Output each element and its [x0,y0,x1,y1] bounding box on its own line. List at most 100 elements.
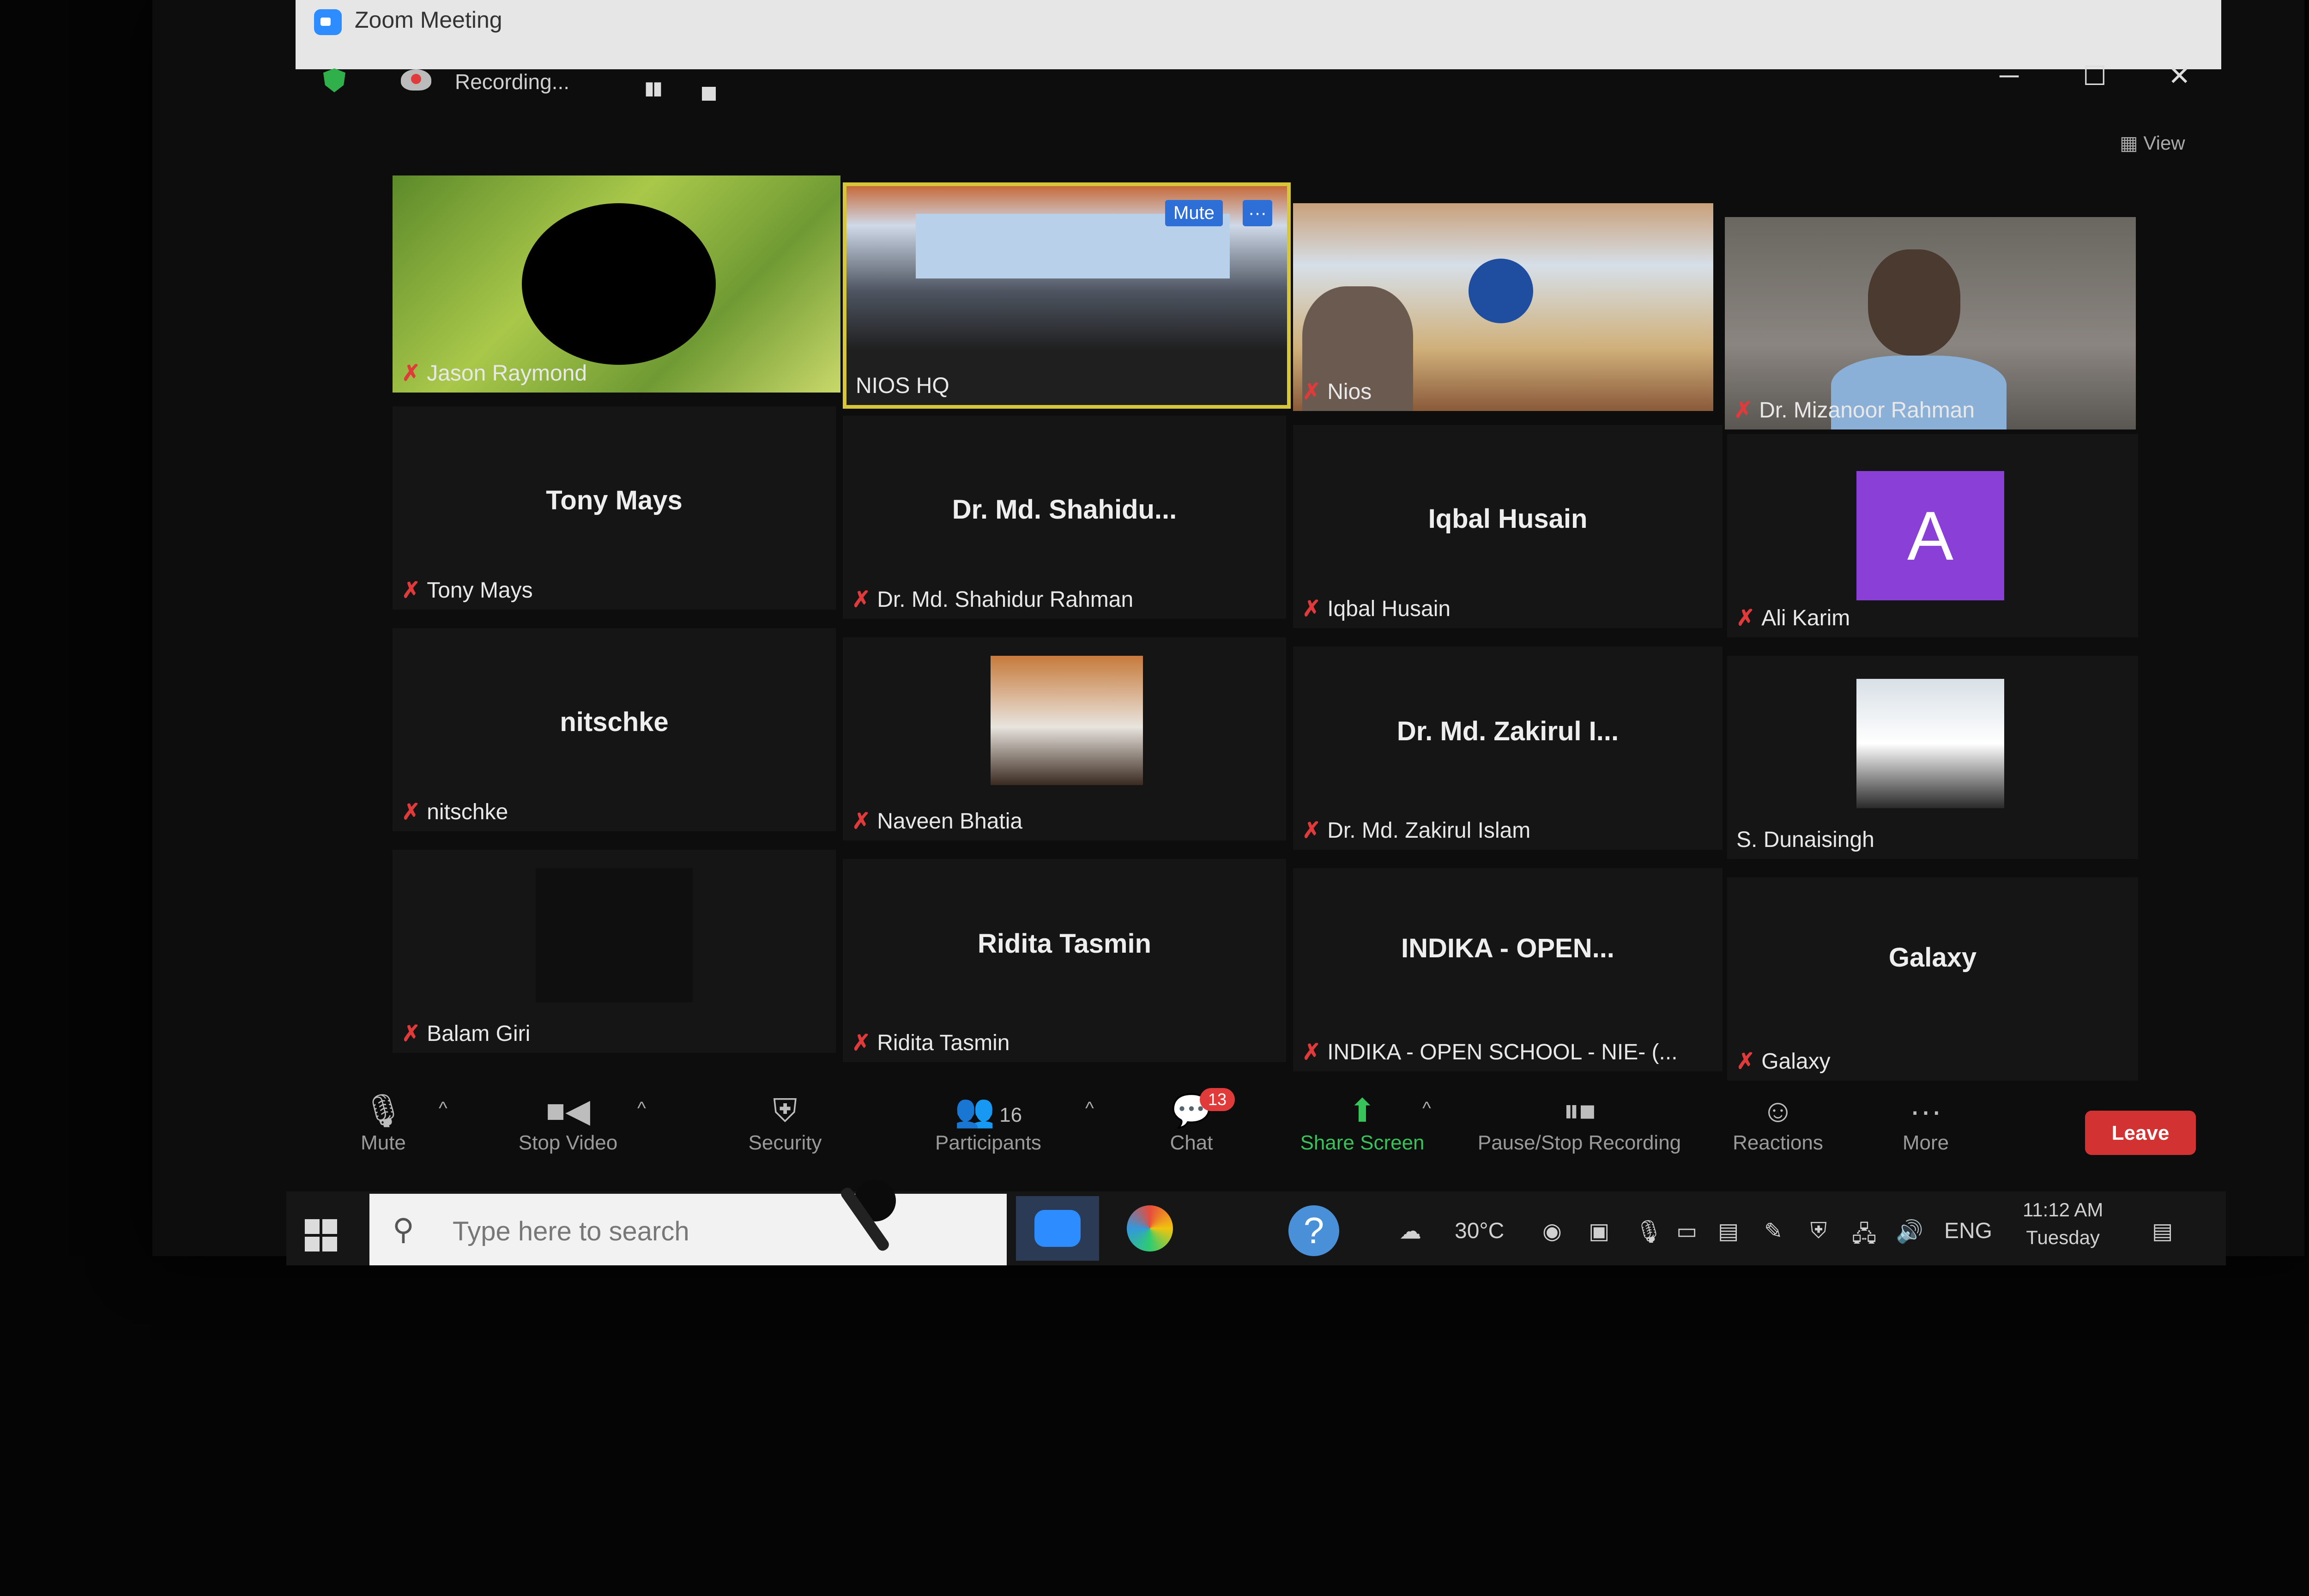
participant-photo [1868,249,1960,356]
audio-options-caret[interactable]: ^ [439,1098,447,1119]
network-icon[interactable]: 🖧 [1852,1218,1877,1256]
video-tile[interactable]: Tony Mays ✗ Tony Mays [393,406,836,610]
weather-cloud-icon[interactable]: ☁ [1399,1218,1421,1244]
chat-bubble-icon: 💬 [1171,1093,1212,1129]
video-tile[interactable]: ✗ Nios [1293,203,1713,411]
participants-button[interactable]: 👥 16 Participants [919,1090,1058,1155]
participant-display-name: Dr. Md. Shahidu... [952,495,1177,525]
volume-icon[interactable]: 🔊 [1896,1218,1923,1245]
chat-button[interactable]: 💬 Chat [1122,1090,1261,1155]
video-tile[interactable]: Ridita Tasmin ✗ Ridita Tasmin [843,859,1286,1062]
help-icon[interactable]: ? [1288,1205,1339,1256]
tray-pen-icon[interactable]: ✎ [1764,1218,1783,1244]
mute-participant-button[interactable]: Mute [1165,200,1223,226]
participant-name: ✗ Iqbal Husain [1302,597,1451,621]
participant-name: ✗ Jason Raymond [402,361,587,386]
leave-meeting-button[interactable]: Leave [2085,1111,2196,1155]
ellipsis-icon: ··· [1910,1093,1942,1129]
close-icon[interactable]: ✕ [2168,60,2191,91]
chrome-taskbar-icon[interactable] [1127,1205,1173,1251]
taskbar-search-box[interactable]: ⚲ Type here to search [369,1194,1007,1265]
search-icon: ⚲ [393,1213,414,1246]
muted-mic-icon: ✗ [1734,398,1753,423]
participant-name: ✗ Galaxy [1736,1049,1831,1074]
search-placeholder: Type here to search [453,1216,689,1246]
video-tile[interactable]: Galaxy ✗ Galaxy [1727,877,2138,1081]
stop-video-button[interactable]: ■◀ Stop Video [499,1090,637,1155]
share-screen-arrow-icon: ⬆ [1348,1093,1376,1129]
muted-mic-icon: ✗ [852,1031,871,1055]
smiley-icon: ☺ [1761,1093,1795,1129]
notifications-icon[interactable]: ▤ [2152,1218,2173,1244]
reactions-button[interactable]: ☺ Reactions [1709,1090,1847,1155]
tray-zoom-icon[interactable]: ▣ [1589,1218,1609,1244]
share-screen-button[interactable]: ⬆ Share Screen [1293,1090,1432,1155]
participant-video-dark [536,868,693,1002]
mute-button[interactable]: 🎙 Mute [314,1090,453,1155]
participant-name: ✗ Balam Giri [402,1022,531,1046]
video-tile[interactable]: nitschke ✗ nitschke [393,628,836,831]
tray-display-icon[interactable]: ▭ [1676,1218,1697,1244]
participants-icon: 👥 16 [954,1093,1022,1129]
video-tile[interactable]: A ✗ Ali Karim [1727,434,2138,637]
muted-mic-icon: ✗ [1736,606,1755,630]
video-tile[interactable]: ✗ Dr. Mizanoor Rahman [1725,217,2136,429]
video-tile[interactable]: Dr. Md. Zakirul I... ✗ Dr. Md. Zakirul Is… [1293,647,1723,850]
more-options-button[interactable]: ··· [1243,200,1272,226]
participant-display-name: Iqbal Husain [1428,504,1588,534]
video-tile[interactable]: Iqbal Husain ✗ Iqbal Husain [1293,425,1723,628]
video-tile[interactable]: ✗ Balam Giri [393,850,836,1053]
participant-name: ✗ Dr. Mizanoor Rahman [1734,398,1975,423]
participant-photo [991,656,1143,785]
muted-mic-icon: ✗ [1302,597,1321,621]
video-tile-active-speaker[interactable]: Mute ··· NIOS HQ [843,182,1291,409]
video-tile[interactable]: INDIKA - OPEN... ✗ INDIKA - OPEN SCHOOL -… [1293,868,1723,1071]
tray-nvidia-icon[interactable]: ▤ [1718,1218,1739,1244]
pause-recording-button[interactable]: ▮▮ [644,78,663,99]
temperature: 30°C [1455,1219,1505,1243]
muted-mic-icon: ✗ [402,361,421,386]
participant-display-name: Tony Mays [546,485,683,515]
pause-stop-recording-button[interactable]: ⏸⏹ Pause/Stop Recording [1450,1090,1709,1155]
more-button[interactable]: ··· More [1856,1090,1995,1155]
security-button[interactable]: ⛨ Security [716,1090,854,1155]
avatar: A [1856,471,2004,600]
muted-mic-icon: ✗ [852,587,871,612]
participant-name: ✗ Ali Karim [1736,606,1850,630]
windows-start-icon[interactable] [305,1219,338,1252]
pause-stop-icon: ⏸⏹ [1563,1093,1596,1129]
minimize-icon[interactable]: ─ [2000,60,2019,91]
video-tile[interactable]: S. Dunaisingh [1727,656,2138,859]
system-clock[interactable]: 11:12 AM Tuesday [2023,1196,2103,1251]
muted-mic-icon: ✗ [402,800,421,824]
zoom-taskbar-app[interactable] [1016,1196,1099,1261]
tray-microphone-icon[interactable]: 🎙 [1635,1218,1663,1245]
participant-display-name: Dr. Md. Zakirul I... [1396,716,1619,746]
muted-mic-icon: ✗ [852,809,871,834]
stop-recording-button[interactable] [702,87,716,101]
participant-name: S. Dunaisingh [1736,828,1874,852]
chat-unread-badge: 13 [1200,1088,1235,1111]
participant-name: ✗ Dr. Md. Zakirul Islam [1302,818,1531,843]
participant-name: ✗ nitschke [402,800,508,824]
zoom-app-icon [314,9,342,35]
nios-logo [1469,259,1533,323]
recording-status: Recording... [455,70,570,94]
tray-app-icon[interactable]: ◉ [1542,1218,1562,1244]
participants-options-caret[interactable]: ^ [1085,1098,1094,1119]
window-title-bar: Zoom Meeting [296,0,2221,69]
video-options-caret[interactable]: ^ [637,1098,646,1119]
video-tile[interactable]: ✗ Jason Raymond [393,175,840,393]
language-indicator[interactable]: ENG [1944,1218,1992,1244]
participant-name: ✗ Naveen Bhatia [852,809,1023,834]
maximize-icon[interactable]: ☐ [2083,60,2107,91]
video-tile[interactable]: ✗ Naveen Bhatia [843,637,1286,840]
share-options-caret[interactable]: ^ [1422,1098,1431,1119]
participant-display-name: Ridita Tasmin [978,929,1151,959]
view-button[interactable]: ▦ View [2120,132,2185,154]
participant-name: ✗ INDIKA - OPEN SCHOOL - NIE- (... [1302,1040,1678,1064]
muted-mic-icon: ✗ [1302,818,1321,843]
participant-display-name: nitschke [560,707,669,737]
tray-security-icon[interactable]: ⛨ [1810,1218,1827,1244]
video-tile[interactable]: Dr. Md. Shahidu... ✗ Dr. Md. Shahidur Rah… [843,416,1286,619]
